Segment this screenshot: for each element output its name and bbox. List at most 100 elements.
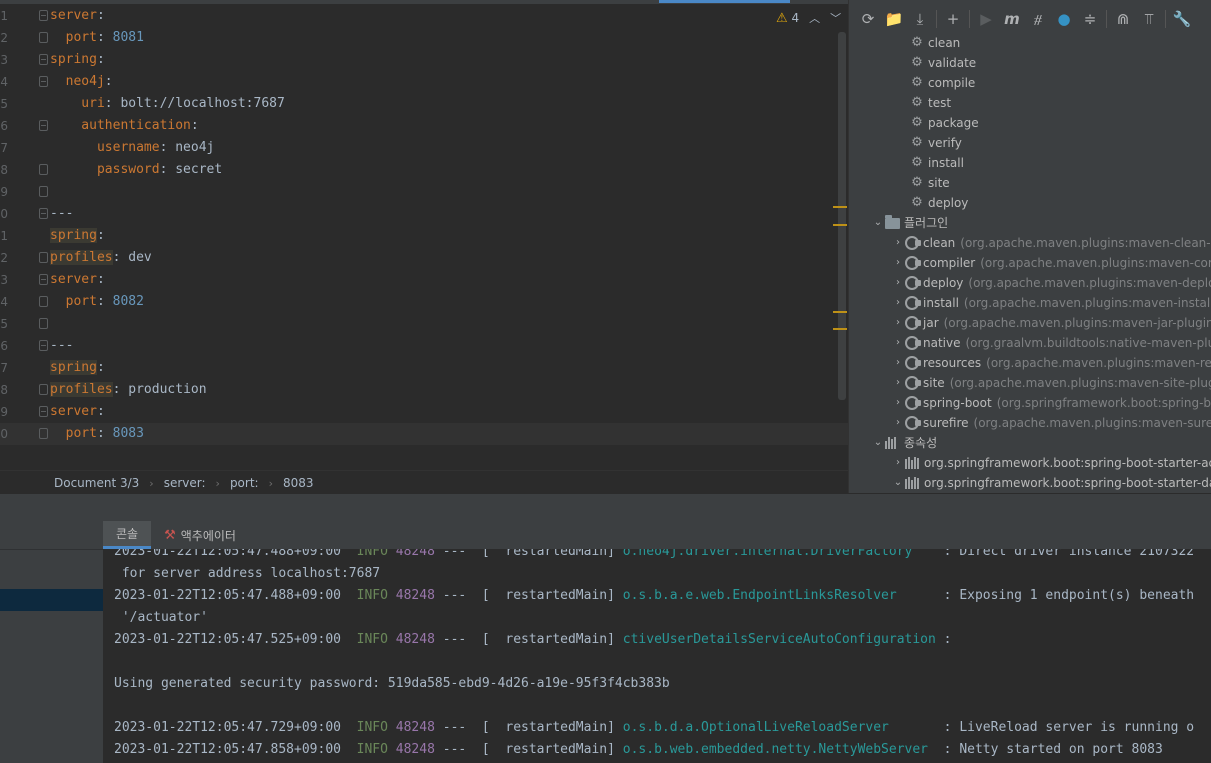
- run-icon[interactable]: ▶: [973, 6, 999, 32]
- plugin-native[interactable]: › native (org.graalvm.buildtools:native-ma…: [891, 333, 1211, 353]
- fold-marker-icon[interactable]: [39, 164, 48, 175]
- tab-actuator[interactable]: ⚒ 액추에이터: [151, 521, 249, 549]
- lifecycle-goal-package[interactable]: ⚙ package: [909, 113, 979, 133]
- code-line[interactable]: spring:: [50, 225, 105, 247]
- breadcrumb-server[interactable]: server:: [164, 476, 206, 490]
- lifecycle-goal-verify[interactable]: ⚙ verify: [909, 133, 962, 153]
- lifecycle-goal-deploy[interactable]: ⚙ deploy: [909, 193, 968, 213]
- selected-list-item[interactable]: [0, 589, 103, 611]
- breadcrumb-document[interactable]: Document 3/3: [54, 476, 139, 490]
- fold-marker-icon[interactable]: [39, 186, 48, 197]
- dependencies-node[interactable]: ⌄ 종속성: [871, 433, 937, 453]
- plugin-surefire[interactable]: › surefire (org.apache.maven.plugins:maven…: [891, 413, 1211, 433]
- generate-sources-icon[interactable]: 📁: [881, 6, 907, 32]
- fold-marker-icon[interactable]: [39, 428, 48, 439]
- breadcrumb-value[interactable]: 8083: [283, 476, 314, 490]
- add-icon[interactable]: +: [940, 6, 966, 32]
- code-line[interactable]: neo4j:: [50, 71, 113, 93]
- code-line[interactable]: server:: [50, 269, 105, 291]
- plugin-site[interactable]: › site (org.apache.maven.plugins:maven-sit…: [891, 373, 1211, 393]
- code-line[interactable]: port: 8083: [50, 423, 144, 445]
- next-highlight-icon[interactable]: ﹀: [830, 10, 841, 26]
- chevron-right-icon[interactable]: ›: [891, 333, 905, 353]
- warning-indicator[interactable]: ⚠ 4: [776, 11, 799, 26]
- show-dependencies-icon[interactable]: ⋒: [1110, 6, 1136, 32]
- fold-marker-icon[interactable]: [39, 208, 48, 219]
- lifecycle-goal-validate[interactable]: ⚙ validate: [909, 53, 976, 73]
- offline-mode-icon[interactable]: ●: [1051, 6, 1077, 32]
- chevron-right-icon[interactable]: ›: [891, 293, 905, 313]
- code-line[interactable]: ---: [50, 335, 73, 357]
- fold-marker-icon[interactable]: [39, 406, 48, 417]
- fold-marker-icon[interactable]: [39, 296, 48, 307]
- code-line[interactable]: password: secret: [50, 159, 222, 181]
- fold-marker-icon[interactable]: [39, 54, 48, 65]
- breadcrumb-port[interactable]: port:: [230, 476, 259, 490]
- code-line[interactable]: port: 8082: [50, 291, 144, 313]
- fold-marker-icon[interactable]: [39, 76, 48, 87]
- chevron-down-icon[interactable]: ⌄: [871, 213, 885, 233]
- settings-wrench-icon[interactable]: 🔧: [1169, 6, 1195, 32]
- error-stripe-marker[interactable]: [833, 328, 847, 330]
- plugin-spring-boot[interactable]: › spring-boot (org.springframework.boot:sp…: [891, 393, 1211, 413]
- error-stripe-marker[interactable]: [833, 311, 847, 313]
- code-line[interactable]: profiles: dev: [50, 247, 152, 269]
- console-output[interactable]: 2023-01-22T12:05:47.488+09:00 INFO 48248…: [103, 549, 1211, 763]
- inspection-widget[interactable]: ⚠ 4 ︿ ﹀: [776, 9, 841, 27]
- chevron-right-icon[interactable]: ›: [891, 373, 905, 393]
- plugin-compiler[interactable]: › compiler (org.apache.maven.plugins:maven…: [891, 253, 1211, 273]
- code-line[interactable]: spring:: [50, 357, 105, 379]
- download-icon[interactable]: ⤓: [907, 6, 933, 32]
- chevron-right-icon[interactable]: ›: [891, 453, 905, 473]
- chevron-down-icon[interactable]: ⌄: [871, 433, 885, 453]
- code-line[interactable]: server:: [50, 5, 105, 27]
- chevron-right-icon[interactable]: ›: [891, 253, 905, 273]
- chevron-right-icon[interactable]: ›: [891, 233, 905, 253]
- list-item[interactable]: [0, 549, 103, 571]
- previous-highlight-icon[interactable]: ︿: [809, 10, 820, 26]
- fold-marker-icon[interactable]: [39, 274, 48, 285]
- fold-marker-icon[interactable]: [39, 120, 48, 131]
- fold-marker-icon[interactable]: [39, 340, 48, 351]
- chevron-right-icon[interactable]: ›: [891, 393, 905, 413]
- error-stripe-marker[interactable]: [833, 206, 847, 208]
- yaml-editor[interactable]: 12345678901234567890 server: port: 8081 s…: [0, 0, 848, 493]
- code-line[interactable]: ---: [50, 203, 73, 225]
- dependency-item[interactable]: ⌄ org.springframework.boot:spring-boot-st…: [891, 473, 1211, 493]
- code-line[interactable]: username: neo4j: [50, 137, 214, 159]
- code-line[interactable]: profiles: production: [50, 379, 207, 401]
- dependency-item[interactable]: › org.springframework.boot:spring-boot-st…: [891, 453, 1211, 473]
- lifecycle-goal-test[interactable]: ⚙ test: [909, 93, 951, 113]
- code-line[interactable]: authentication:: [50, 115, 198, 137]
- expand-all-icon[interactable]: ⫪: [1136, 6, 1162, 32]
- plugin-resources[interactable]: › resources (org.apache.maven.plugins:mave…: [891, 353, 1211, 373]
- lifecycle-goal-clean[interactable]: ⚙ clean: [909, 33, 960, 53]
- code-line[interactable]: uri: bolt://localhost:7687: [50, 93, 285, 115]
- fold-marker-icon[interactable]: [39, 384, 48, 395]
- code-line[interactable]: spring:: [50, 49, 105, 71]
- plugin-install[interactable]: › install (org.apache.maven.plugins:maven-…: [891, 293, 1211, 313]
- error-stripe-marker[interactable]: [833, 224, 847, 226]
- chevron-down-icon[interactable]: ⌄: [891, 473, 905, 493]
- skip-tests-icon[interactable]: ⧣: [1025, 6, 1051, 32]
- collapse-icon[interactable]: ≑: [1077, 6, 1103, 32]
- execute-goal-icon[interactable]: m: [999, 6, 1025, 32]
- reload-icon[interactable]: ⟳: [855, 6, 881, 32]
- plugin-jar[interactable]: › jar (org.apache.maven.plugins:maven-jar-…: [891, 313, 1211, 333]
- run-services-list[interactable]: [0, 521, 103, 763]
- chevron-right-icon[interactable]: ›: [891, 413, 905, 433]
- lifecycle-goal-site[interactable]: ⚙ site: [909, 173, 950, 193]
- lifecycle-goal-compile[interactable]: ⚙ compile: [909, 73, 975, 93]
- tab-console[interactable]: 콘솔: [103, 521, 152, 549]
- plugin-deploy[interactable]: › deploy (org.apache.maven.plugins:maven-d…: [891, 273, 1211, 293]
- chevron-right-icon[interactable]: ›: [891, 353, 905, 373]
- chevron-right-icon[interactable]: ›: [891, 273, 905, 293]
- code-line[interactable]: port: 8081: [50, 27, 144, 49]
- fold-marker-icon[interactable]: [39, 32, 48, 43]
- editor-scrollbar[interactable]: [838, 32, 846, 400]
- code-line[interactable]: server:: [50, 401, 105, 423]
- fold-marker-icon[interactable]: [39, 318, 48, 329]
- plugin-clean[interactable]: › clean (org.apache.maven.plugins:maven-cl…: [891, 233, 1211, 253]
- fold-marker-icon[interactable]: [39, 10, 48, 21]
- plugins-node[interactable]: ⌄ 플러그인: [871, 213, 948, 233]
